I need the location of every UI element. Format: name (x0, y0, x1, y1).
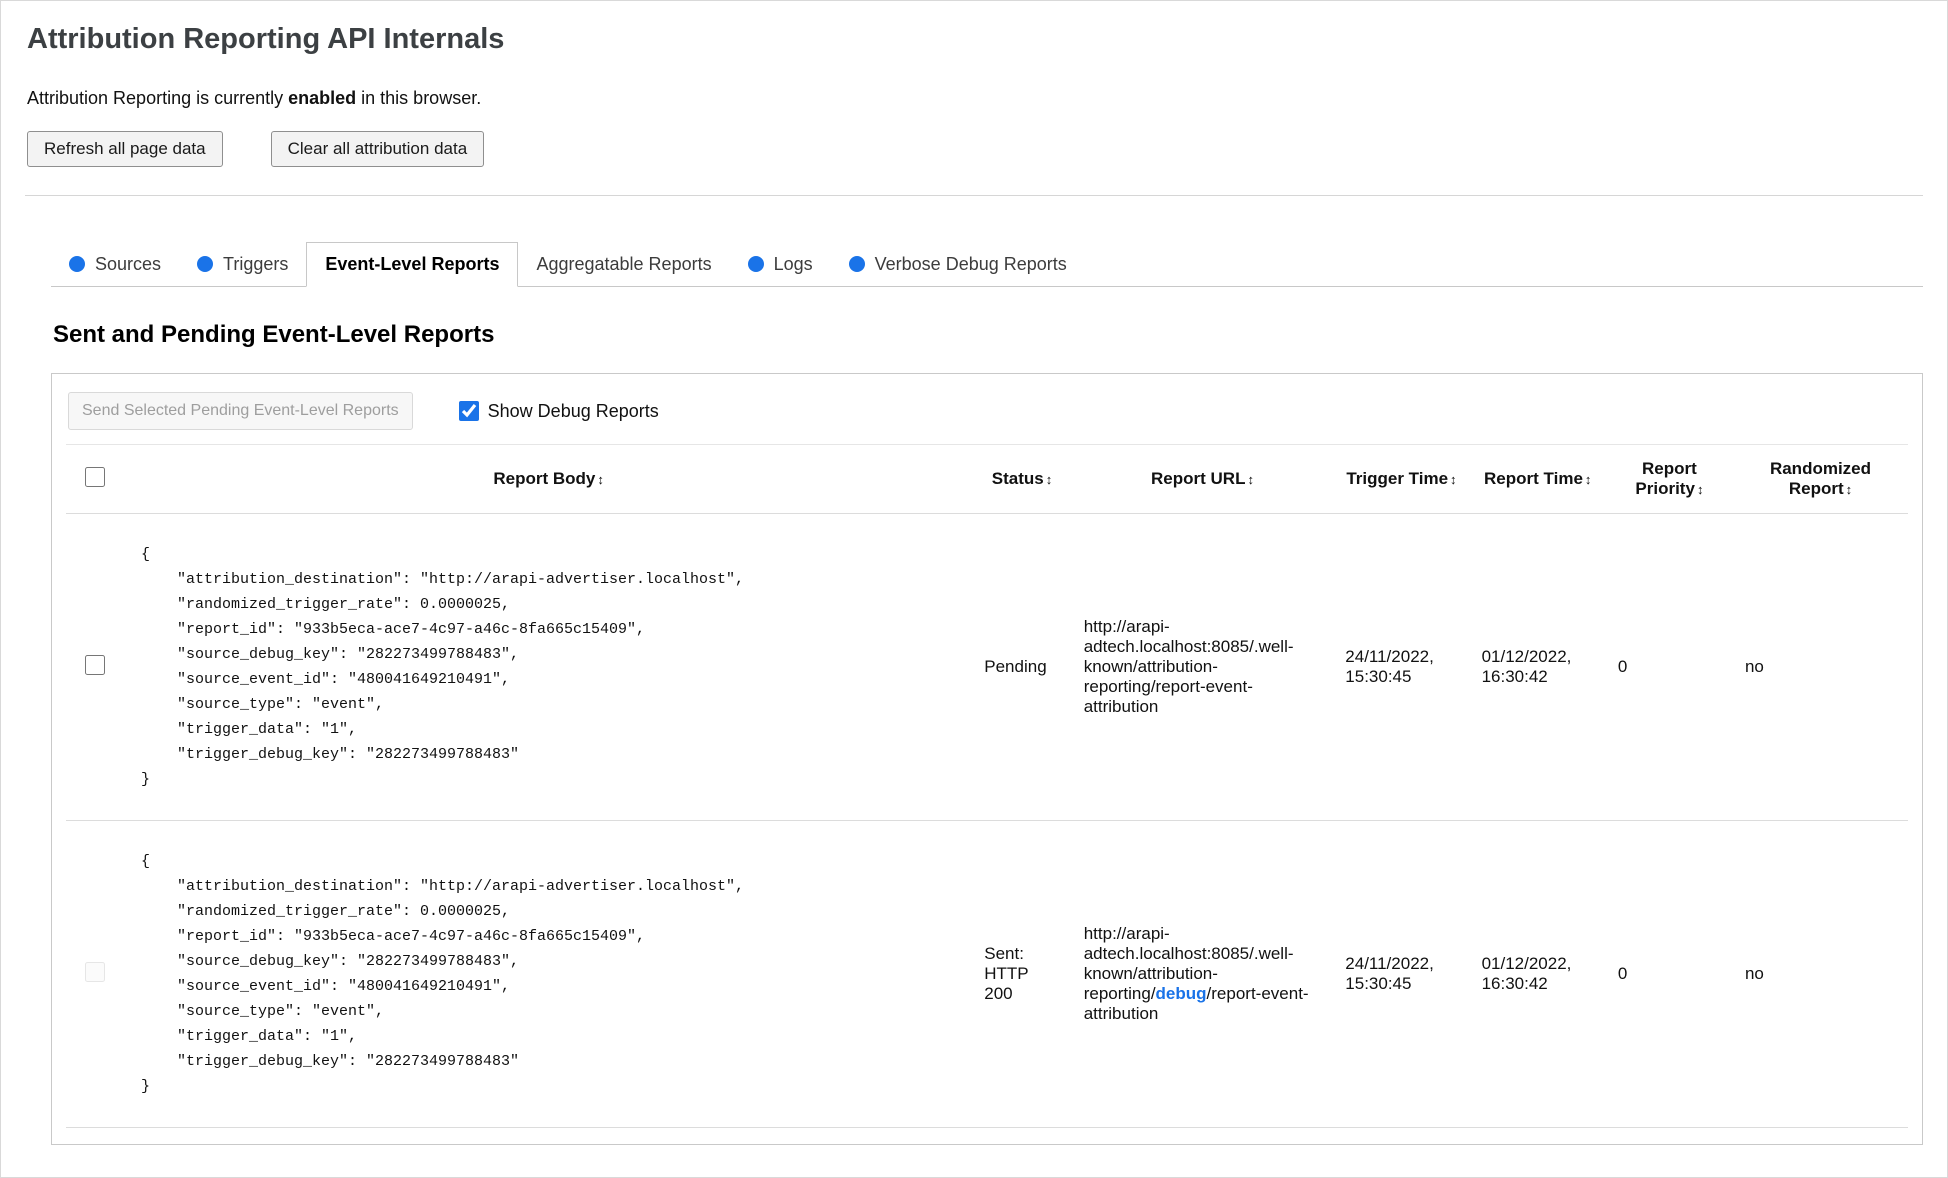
randomized-report: no (1732, 513, 1908, 821)
event-level-reports-table: Report Body ↕ Status ↕ Report URL ↕ Trigger… (66, 444, 1908, 1128)
sort-icon: ↕ (1584, 472, 1592, 487)
col-header-status[interactable]: Status ↕ (972, 444, 1072, 514)
col-header-report-url[interactable]: Report URL ↕ (1071, 444, 1334, 514)
col-header-label: Trigger Time (1346, 469, 1449, 488)
tab-label: Sources (95, 253, 162, 274)
sort-icon: ↕ (1045, 472, 1053, 487)
url-debug-highlight: debug (1155, 984, 1207, 1003)
report-url: http://arapi-adtech.localhost:8085/.well… (1071, 820, 1334, 1128)
page-title: Attribution Reporting API Internals (27, 23, 505, 55)
sort-icon: ↕ (597, 472, 604, 487)
tab-label: Verbose Debug Reports (874, 253, 1067, 274)
col-header-trigger-time[interactable]: Trigger Time ↕ (1333, 444, 1470, 514)
col-header-label: Status (991, 469, 1044, 488)
new-data-dot-icon (848, 256, 865, 272)
attribution-internals-page: Attribution Reporting API Internals Attr… (0, 0, 1948, 1178)
refresh-all-button[interactable]: Refresh all page data (27, 131, 223, 167)
col-header-label: Report Body (493, 469, 596, 488)
select-all-checkbox[interactable] (85, 466, 106, 487)
tab-bar: Sources Triggers Event-Level Reports Agg… (51, 242, 1923, 287)
tab-label: Logs (773, 253, 813, 274)
status-suffix: in this browser. (356, 88, 482, 108)
report-time: 01/12/2022, 16:30:42 (1469, 820, 1606, 1128)
show-debug-label: Show Debug Reports (487, 400, 659, 421)
col-header-report-body[interactable]: Report Body ↕ (124, 444, 973, 514)
col-header-report-priority[interactable]: Report Priority ↕ (1605, 444, 1733, 514)
report-controls: Send Selected Pending Event-Level Report… (68, 392, 1908, 430)
status-enabled-text: enabled (288, 88, 357, 108)
report-body-json: { "attribution_destination": "http://ara… (140, 546, 745, 788)
tab-triggers[interactable]: Triggers (179, 242, 306, 286)
tab-logs[interactable]: Logs (730, 242, 831, 286)
tab-verbose-debug-reports[interactable]: Verbose Debug Reports (831, 242, 1085, 286)
col-header-randomized-report[interactable]: Randomized Report ↕ (1732, 444, 1908, 514)
row-checkbox-cell (66, 820, 125, 1128)
tab-label: Triggers (223, 253, 289, 274)
row-checkbox[interactable] (85, 654, 106, 675)
randomized-report: no (1732, 820, 1908, 1128)
divider (25, 195, 1923, 196)
report-priority: 0 (1605, 820, 1733, 1128)
report-row-sent: { "attribution_destination": "http://ara… (66, 820, 1908, 1128)
col-header-label: Report URL (1151, 469, 1246, 488)
page-actions: Refresh all page data Clear all attribut… (27, 131, 1923, 167)
new-data-dot-icon (69, 256, 85, 272)
select-all-header (66, 444, 125, 514)
reports-panel: Send Selected Pending Event-Level Report… (51, 373, 1923, 1145)
report-priority: 0 (1605, 513, 1733, 821)
sort-icon: ↕ (1696, 482, 1704, 497)
status-prefix: Attribution Reporting is currently (27, 88, 289, 108)
show-debug-checkbox[interactable] (458, 401, 479, 421)
row-checkbox-cell (66, 513, 125, 821)
tab-event-level-reports[interactable]: Event-Level Reports (306, 242, 519, 287)
table-header-row: Report Body ↕ Status ↕ Report URL ↕ Trigger… (66, 444, 1908, 514)
sort-icon: ↕ (1845, 482, 1853, 497)
tab-label: Event-Level Reports (325, 254, 500, 274)
status-line: Attribution Reporting is currently enabl… (27, 88, 1923, 109)
col-header-label: Report Priority (1635, 459, 1697, 498)
send-selected-reports-button[interactable]: Send Selected Pending Event-Level Report… (68, 392, 413, 430)
report-status: Sent: HTTP 200 (972, 820, 1072, 1128)
main-content: Sources Triggers Event-Level Reports Agg… (51, 242, 1923, 1145)
report-status: Pending (972, 513, 1072, 821)
col-header-label: Report Time (1484, 469, 1583, 488)
tab-label: Aggregatable Reports (536, 253, 712, 274)
sort-icon: ↕ (1247, 472, 1254, 487)
show-debug-toggle[interactable]: Show Debug Reports (458, 400, 659, 422)
section-heading: Sent and Pending Event-Level Reports (53, 321, 495, 348)
trigger-time: 24/11/2022, 15:30:45 (1333, 820, 1470, 1128)
clear-all-button[interactable]: Clear all attribution data (270, 131, 485, 167)
report-row-pending: { "attribution_destination": "http://ara… (66, 513, 1908, 821)
report-body-cell: { "attribution_destination": "http://ara… (124, 820, 973, 1128)
col-header-report-time[interactable]: Report Time ↕ (1469, 444, 1606, 514)
report-body-json: { "attribution_destination": "http://ara… (140, 853, 745, 1095)
new-data-dot-icon (747, 256, 764, 272)
sort-icon: ↕ (1450, 472, 1457, 487)
tab-sources[interactable]: Sources (51, 242, 179, 286)
col-header-label: Randomized Report (1769, 459, 1872, 498)
trigger-time: 24/11/2022, 15:30:45 (1333, 513, 1470, 821)
row-checkbox (85, 961, 106, 982)
report-body-cell: { "attribution_destination": "http://ara… (124, 513, 973, 821)
tab-aggregatable-reports[interactable]: Aggregatable Reports (518, 242, 729, 286)
new-data-dot-icon (197, 256, 214, 272)
report-url: http://arapi-adtech.localhost:8085/.well… (1071, 513, 1334, 821)
report-time: 01/12/2022, 16:30:42 (1469, 513, 1606, 821)
